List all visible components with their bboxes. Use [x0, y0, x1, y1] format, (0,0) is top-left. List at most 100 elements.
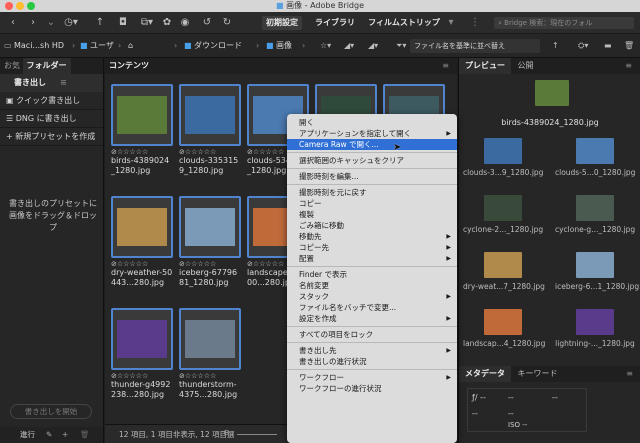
preview-thumb-item[interactable]: lightning-..._1280.jpg	[555, 309, 635, 348]
breadcrumb-users[interactable]: ユーザ	[90, 39, 114, 53]
menu-item[interactable]: スタック ▶	[287, 291, 457, 302]
tab-keywords[interactable]: キーワード	[514, 369, 558, 378]
preview-thumb-image[interactable]	[576, 195, 614, 221]
menu-item[interactable]: 開く	[287, 117, 457, 128]
panel-menu-icon[interactable]: ≡	[442, 58, 449, 74]
preview-thumb-image[interactable]	[484, 138, 522, 164]
thumbnail-image[interactable]	[111, 196, 173, 258]
tab-publish[interactable]: 公開	[514, 61, 534, 70]
menu-item[interactable]: 移動先 ▶	[287, 231, 457, 242]
close-window-button[interactable]	[5, 2, 13, 10]
rating-stars[interactable]: ⊘☆☆☆☆☆	[179, 372, 241, 380]
thumbnail-item[interactable]: ⊘☆☆☆☆☆ birds-4389024_1280.jpg	[111, 84, 173, 176]
rotate-left-icon[interactable]: ↺	[200, 16, 214, 30]
menu-item[interactable]: ファイル名をバッチで変更...	[287, 302, 457, 313]
menu-item[interactable]: 撮影時刻を元に戻す	[287, 187, 457, 198]
thumbnail-image[interactable]	[179, 196, 241, 258]
history-icon[interactable]: ◷▾	[60, 16, 82, 30]
tab-metadata[interactable]: メタデータ	[459, 366, 511, 382]
thumbnail-size-slider[interactable]	[237, 434, 277, 435]
thumbnail-item[interactable]: ⊘☆☆☆☆☆ thunder-g4992238...280.jpg	[111, 308, 173, 400]
thumbnail-image[interactable]	[111, 84, 173, 146]
preview-thumb-image[interactable]	[576, 309, 614, 335]
menu-item[interactable]: すべての項目をロック	[287, 329, 457, 340]
thumbnail-image[interactable]	[111, 308, 173, 370]
pencil-icon[interactable]: ✎	[46, 427, 52, 443]
thumbnail-item[interactable]: ⊘☆☆☆☆☆ thunderstorm-4375...280.jpg	[179, 308, 241, 400]
preview-thumb-image[interactable]	[484, 309, 522, 335]
menu-item[interactable]: 複製	[287, 209, 457, 220]
menu-item[interactable]: 名前変更	[287, 280, 457, 291]
rating-stars[interactable]: ⊘☆☆☆☆☆	[179, 260, 241, 268]
rating-stars[interactable]: ⊘☆☆☆☆☆	[179, 148, 241, 156]
tab-folders[interactable]: フォルダー	[22, 58, 71, 74]
zoom-out-icon[interactable]: ⊖	[223, 428, 230, 437]
export-item-quick[interactable]: ▣ クイック書き出し	[0, 92, 103, 110]
forward-icon[interactable]: ›	[26, 16, 40, 30]
trash-icon[interactable]: 🗑	[624, 39, 634, 53]
menu-item[interactable]: 撮影時刻を編集...	[287, 171, 457, 182]
sort-ascending-icon[interactable]: ↑	[552, 39, 559, 53]
preview-thumb-item[interactable]: landscap...4_1280.jpg	[463, 309, 545, 348]
thumbnail-image[interactable]	[179, 308, 241, 370]
rotate-right-icon[interactable]: ↻	[220, 16, 234, 30]
workspace-menu-icon[interactable]: ▾	[446, 16, 456, 30]
rating-stars[interactable]: ⊘☆☆☆☆☆	[111, 260, 173, 268]
menu-item[interactable]: ごみ箱に移動	[287, 220, 457, 231]
arrow-up-icon[interactable]: ↑	[92, 16, 108, 30]
preview-thumb-image[interactable]	[576, 252, 614, 278]
tab-preview[interactable]: プレビュー	[459, 58, 511, 74]
review-icon[interactable]: ✿	[160, 16, 174, 30]
preview-thumb-item[interactable]: cyclone-2..._1280.jpg	[463, 195, 543, 234]
menu-item[interactable]: Camera Raw で開く...	[287, 139, 457, 150]
star-filter-icon[interactable]: ☆▾	[320, 39, 331, 53]
minimize-window-button[interactable]	[16, 2, 24, 10]
search-input[interactable]: ⌕ Bridge 検索：現在のフォル	[494, 17, 634, 29]
breadcrumb-downloads[interactable]: ダウンロード	[194, 39, 242, 53]
new-folder-icon[interactable]: ▬	[604, 39, 612, 53]
menu-item[interactable]: 選択範囲のキャッシュをクリア	[287, 155, 457, 166]
preview-thumb-item[interactable]: iceberg-6...1_1280.jpg	[555, 252, 639, 291]
breadcrumb-images[interactable]: 画像	[276, 39, 292, 53]
search-menu-icon[interactable]: ⋮	[470, 16, 480, 30]
workspace-libraries[interactable]: ライブラリ	[312, 16, 358, 30]
preview-thumb-item[interactable]: clouds-3...9_1280.jpg	[463, 138, 543, 177]
menu-item[interactable]: アプリケーションを指定して開く ▶	[287, 128, 457, 139]
thumbnail-image[interactable]	[179, 84, 241, 146]
workspace-essentials[interactable]: 初期設定	[262, 16, 302, 30]
menu-item[interactable]: Finder で表示	[287, 269, 457, 280]
open-in-camera-raw-icon[interactable]: ◉	[178, 16, 192, 30]
export-item-dng[interactable]: ☰ DNG に書き出し	[0, 110, 103, 128]
zoom-window-button[interactable]	[27, 2, 35, 10]
camera-icon[interactable]: ◘	[116, 16, 130, 30]
preview-thumb-image[interactable]	[576, 138, 614, 164]
rating-stars[interactable]: ⊘☆☆☆☆☆	[111, 148, 173, 156]
trash-icon[interactable]: 🗑	[80, 427, 90, 443]
menu-item[interactable]: 書き出しの進行状況	[287, 356, 457, 367]
preview-thumb-item[interactable]: clouds-5...0_1280.jpg	[555, 138, 635, 177]
thumbnail-item[interactable]: ⊘☆☆☆☆☆ dry-weather-50443...280.jpg	[111, 196, 173, 288]
panel-menu-icon[interactable]: ≡	[626, 366, 633, 382]
menu-item[interactable]: コピー先 ▶	[287, 242, 457, 253]
quality-icon[interactable]: ◢▾	[344, 39, 354, 53]
thumbnail-item[interactable]: ⊘☆☆☆☆☆ iceberg-6779681_1280.jpg	[179, 196, 241, 288]
refine-icon[interactable]: ⧉▾	[136, 16, 158, 30]
preview-thumb-image[interactable]	[484, 195, 522, 221]
rating-stars[interactable]: ⊘☆☆☆☆☆	[111, 372, 173, 380]
menu-item[interactable]: 設定を作成 ▶	[287, 313, 457, 324]
sort-dropdown[interactable]: ファイル名を基準に並べ替え	[410, 39, 540, 53]
filter-icon[interactable]: ⏷▾	[396, 39, 406, 53]
menu-item[interactable]: ワークフローの進行状況	[287, 383, 457, 394]
preview-thumb-item[interactable]: cyclone-g..._1280.jpg	[555, 195, 635, 234]
preview-thumb-item[interactable]: dry-weat...7_1280.jpg	[463, 252, 545, 291]
new-preset-button[interactable]: + 新規プリセットを作成	[0, 128, 103, 146]
plus-icon[interactable]: +	[62, 427, 68, 443]
breadcrumb-drive[interactable]: Maci...sh HD	[14, 39, 64, 53]
open-recent-icon[interactable]: ⛭▾	[578, 39, 588, 53]
menu-item[interactable]: ワークフロー ▶	[287, 372, 457, 383]
preview-image[interactable]	[535, 80, 569, 106]
menu-item[interactable]: 書き出し先 ▶	[287, 345, 457, 356]
menu-item[interactable]: コピー	[287, 198, 457, 209]
back-icon[interactable]: ‹	[6, 16, 20, 30]
panel-menu-icon[interactable]: ≡	[625, 58, 632, 74]
